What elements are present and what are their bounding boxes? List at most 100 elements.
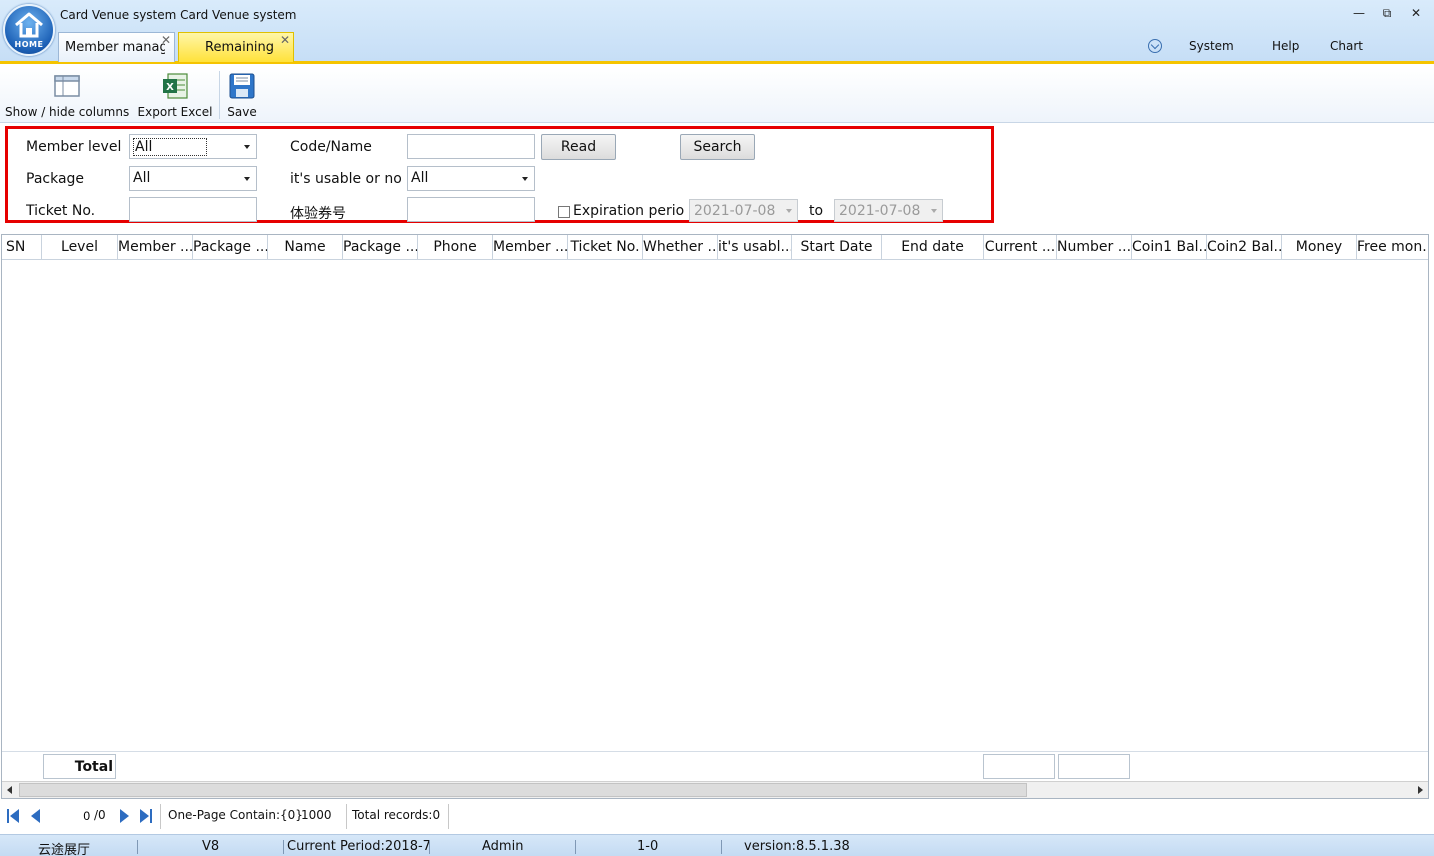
code-name-label: Code/Name — [290, 139, 372, 155]
excel-icon: X — [163, 73, 188, 99]
status-divider — [429, 840, 430, 854]
column-header[interactable]: End date — [882, 235, 984, 260]
chevron-down-icon[interactable] — [1148, 39, 1162, 53]
tab-remaining[interactable]: Remaining ✕ — [178, 32, 294, 62]
status-divider — [137, 840, 138, 854]
page-size-input[interactable]: 1000 — [301, 808, 332, 822]
column-header[interactable]: Free mon... — [1357, 235, 1428, 260]
home-label: HOME — [14, 40, 44, 49]
current-page-input[interactable] — [48, 805, 90, 827]
usable-label: it's usable or not — [290, 171, 401, 187]
svg-text:X: X — [166, 82, 174, 93]
first-page-icon[interactable] — [7, 809, 21, 823]
column-header[interactable]: Ticket No. — [568, 235, 643, 260]
status-edition: V8 — [202, 839, 220, 854]
usable-value: All — [411, 170, 429, 186]
tab-member-management[interactable]: Member management ✕ — [58, 32, 175, 62]
column-header[interactable]: Coin1 Bal... — [1132, 235, 1207, 260]
export-excel-button[interactable]: X Export Excel — [137, 69, 213, 121]
tab-label: Member management — [65, 40, 165, 55]
home-icon — [15, 12, 43, 38]
horizontal-scrollbar[interactable] — [2, 781, 1428, 798]
package-select[interactable]: All — [129, 166, 257, 191]
date-to-picker[interactable]: 2021-07-08 — [834, 199, 943, 222]
save-button[interactable]: Save — [224, 69, 260, 121]
tool-label: Show / hide columns — [5, 105, 130, 119]
dropdown-arrow-icon — [244, 145, 250, 149]
last-page-icon[interactable] — [139, 809, 153, 823]
total-records-label: Total records:0 — [352, 808, 441, 822]
package-value: All — [133, 170, 151, 186]
divider — [448, 804, 449, 829]
column-header[interactable]: Package ... — [343, 235, 418, 260]
restore-button[interactable]: ⧉ — [1376, 6, 1398, 24]
total-cell — [983, 754, 1055, 779]
tab-close-icon[interactable]: ✕ — [161, 33, 171, 47]
column-header[interactable]: Package ... — [193, 235, 268, 260]
close-button[interactable]: ✕ — [1405, 6, 1427, 24]
column-header[interactable]: Member ... — [118, 235, 193, 260]
column-header[interactable]: Member ... — [493, 235, 568, 260]
expiration-checkbox[interactable] — [558, 206, 570, 218]
status-divider — [575, 840, 576, 854]
column-header[interactable]: Coin2 Bal... — [1207, 235, 1282, 260]
tool-label: Save — [227, 105, 257, 119]
total-pages-label: /0 — [94, 808, 106, 822]
toolbar-divider — [219, 71, 220, 119]
window-title: Card Venue system Card Venue system — [60, 8, 297, 22]
column-header[interactable]: SN — [2, 235, 42, 260]
status-user: Admin — [482, 839, 524, 854]
tool-label: Export Excel — [137, 105, 213, 119]
one-page-contain-label: One-Page Contain:{0} — [168, 808, 303, 822]
column-header[interactable]: Start Date — [792, 235, 882, 260]
tab-label: Remaining — [205, 40, 275, 55]
column-header[interactable]: Phone — [418, 235, 493, 260]
search-button[interactable]: Search — [680, 134, 755, 160]
divider — [346, 804, 347, 829]
status-divider — [721, 840, 722, 854]
status-version: version:8.5.1.38 — [744, 839, 850, 854]
column-header[interactable]: Current ... — [984, 235, 1057, 260]
column-header[interactable]: Name — [268, 235, 343, 260]
code-name-input[interactable] — [407, 134, 535, 159]
date-from-picker[interactable]: 2021-07-08 — [689, 199, 798, 222]
status-divider — [283, 840, 284, 854]
total-cell — [1058, 754, 1130, 779]
dropdown-arrow-icon — [244, 177, 250, 181]
column-header[interactable]: Whether ... — [643, 235, 718, 260]
menu-help[interactable]: Help — [1272, 39, 1299, 53]
member-level-select[interactable]: All — [129, 134, 257, 159]
prev-page-icon[interactable] — [30, 809, 44, 823]
total-row: Total — [2, 751, 1428, 781]
member-level-label: Member level — [26, 139, 122, 155]
menu-chart[interactable]: Chart — [1330, 39, 1363, 53]
scrollbar-thumb[interactable] — [19, 783, 1027, 797]
status-bar: 云途展厅 V8 Current Period:2018-7 Admin 1-0 … — [0, 834, 1434, 856]
show-hide-columns-button[interactable]: Show / hide columns — [5, 69, 129, 121]
column-header[interactable]: it's usabl... — [718, 235, 792, 260]
scroll-left-icon[interactable] — [7, 786, 12, 794]
filter-panel: Member level All Code/Name Read Search P… — [5, 126, 994, 223]
tab-close-icon[interactable]: ✕ — [280, 33, 290, 47]
column-header[interactable]: Money — [1282, 235, 1357, 260]
next-page-icon[interactable] — [118, 809, 132, 823]
home-button[interactable]: HOME — [3, 4, 55, 56]
minimize-button[interactable]: — — [1348, 6, 1370, 24]
read-button[interactable]: Read — [541, 134, 616, 160]
dropdown-arrow-icon — [522, 177, 528, 181]
column-header[interactable]: Number ... — [1057, 235, 1132, 260]
ticket-no-input[interactable] — [129, 197, 257, 222]
column-header[interactable]: Level — [42, 235, 118, 260]
dropdown-arrow-icon — [931, 209, 937, 213]
date-to-value: 2021-07-08 — [839, 203, 921, 219]
status-code: 1-0 — [637, 839, 659, 854]
pager: /0 One-Page Contain:{0} 1000 Total recor… — [0, 801, 1434, 832]
voucher-no-input[interactable] — [407, 197, 535, 222]
data-grid[interactable]: SN Level Member ... Package ... Name Pac… — [1, 234, 1429, 799]
usable-select[interactable]: All — [407, 166, 535, 191]
menu-system[interactable]: System — [1189, 39, 1234, 53]
member-level-value: All — [133, 138, 208, 156]
scroll-right-icon[interactable] — [1418, 786, 1423, 794]
save-icon — [229, 73, 255, 99]
package-label: Package — [26, 171, 85, 187]
